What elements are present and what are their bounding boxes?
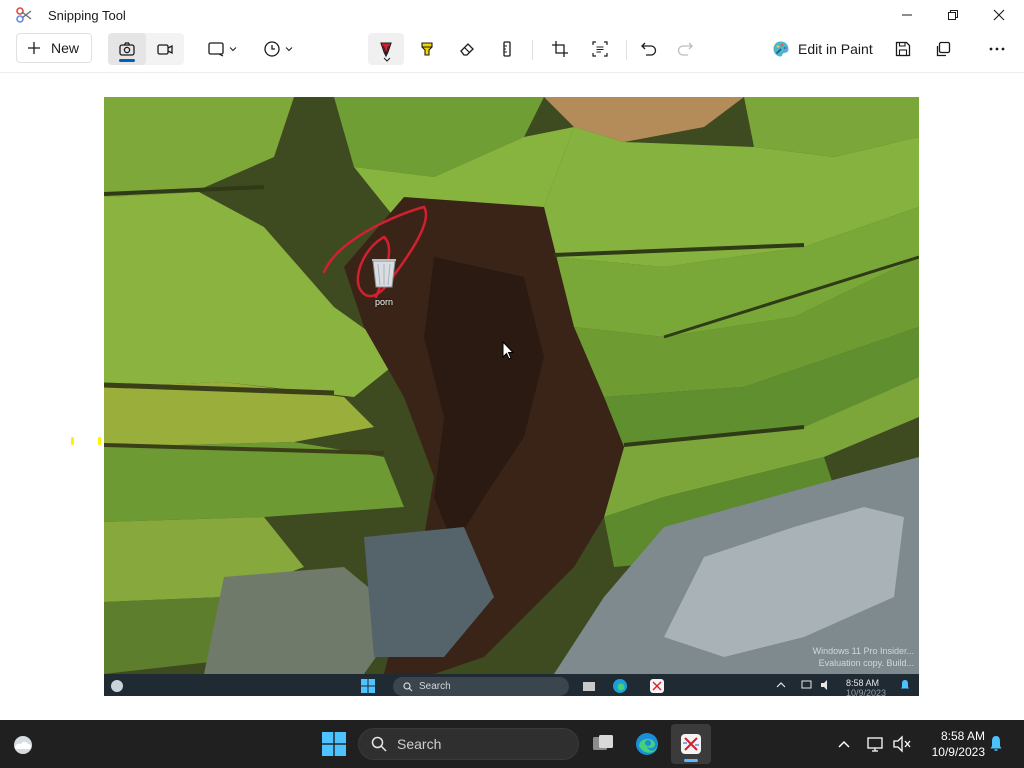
watermark-line-1: Windows 11 Pro Insider...	[812, 646, 914, 656]
crop-icon	[552, 41, 568, 57]
rectangle-snip-icon	[208, 42, 224, 57]
volume-muted-icon	[821, 680, 827, 690]
notification-bell-icon	[901, 680, 909, 689]
running-app-indicator	[684, 759, 698, 762]
highlighter-icon	[421, 42, 433, 56]
toolbar-separator	[532, 40, 533, 60]
text-actions-icon	[592, 41, 608, 57]
captured-search-box: Search	[393, 677, 569, 696]
text-actions-button[interactable]	[582, 33, 618, 65]
redo-icon	[677, 42, 693, 56]
taskbar-search-placeholder: Search	[397, 736, 442, 752]
search-icon	[403, 681, 413, 691]
taskbar-search-box[interactable]: Search	[358, 728, 579, 760]
copy-icon	[936, 41, 951, 57]
captured-time: 8:58 AM	[846, 678, 880, 688]
video-camera-icon	[157, 44, 173, 55]
crop-button[interactable]	[542, 33, 578, 65]
edge-button[interactable]	[627, 724, 667, 764]
task-view-icon	[583, 682, 595, 691]
recycle-bin-icon[interactable]	[368, 255, 400, 291]
undo-icon	[641, 42, 657, 56]
captured-taskbar: Search 8:58 AM 10/9/2023	[104, 674, 919, 696]
chevron-down-icon	[285, 47, 293, 52]
start-icon	[322, 732, 346, 756]
highlighter-stroke	[71, 437, 74, 445]
plus-icon	[28, 42, 40, 54]
snipping-tool-taskbar-button[interactable]	[671, 724, 711, 764]
network-icon	[801, 680, 812, 689]
task-view-button[interactable]	[583, 724, 623, 764]
app-title: Snipping Tool	[48, 8, 126, 23]
save-icon	[895, 41, 911, 57]
mouse-pointer-icon	[502, 341, 514, 360]
capture-mode-toggle	[108, 33, 184, 65]
search-icon	[371, 736, 387, 752]
edge-icon	[636, 733, 658, 755]
highlighter-stroke	[98, 437, 101, 445]
snip-shape-dropdown[interactable]	[200, 33, 244, 65]
title-bar: Snipping Tool	[0, 0, 1024, 30]
delay-dropdown[interactable]	[256, 33, 300, 65]
timer-icon	[264, 41, 280, 57]
taskbar-time: 8:58 AM	[940, 729, 985, 743]
windows-watermark: Windows 11 Pro Insider... Evaluation cop…	[794, 645, 914, 669]
minimize-button[interactable]	[884, 0, 930, 30]
watermark-line-2: Evaluation copy. Build...	[818, 658, 914, 668]
paint-icon	[773, 41, 789, 57]
camera-icon	[119, 42, 135, 56]
task-view-icon	[593, 735, 613, 750]
screenshot-mode-button[interactable]	[108, 33, 146, 65]
landscape-wallpaper-image	[104, 97, 919, 696]
notification-bell-icon[interactable]	[988, 733, 1004, 755]
eraser-button[interactable]	[450, 33, 484, 65]
weather-widget-icon[interactable]	[10, 732, 36, 756]
weather-icon	[111, 680, 123, 692]
minimize-icon	[902, 14, 912, 16]
ballpoint-pen-icon	[380, 42, 392, 58]
snipping-tool-icon	[681, 734, 701, 754]
video-mode-button[interactable]	[146, 33, 184, 65]
desktop-icon-label: porn	[374, 297, 393, 307]
snipping-tool-icon	[16, 7, 32, 23]
edge-icon	[613, 679, 627, 693]
volume-muted-icon[interactable]	[892, 733, 912, 755]
more-options-button[interactable]	[980, 33, 1014, 65]
toolbar-separator	[626, 40, 627, 60]
active-mode-indicator	[119, 59, 135, 62]
start-icon	[361, 679, 375, 693]
taskbar-date: 10/9/2023	[931, 745, 985, 759]
chevron-down-icon	[229, 47, 237, 52]
captured-screenshot[interactable]: porn Windows 11 Pro Insider... Evaluatio…	[104, 97, 919, 696]
toolbar: New Edit in Paint	[0, 30, 1024, 70]
more-icon	[989, 47, 1005, 51]
eraser-icon	[460, 43, 474, 56]
start-button[interactable]	[314, 724, 354, 764]
new-snip-button[interactable]: New	[16, 33, 92, 63]
restore-icon	[948, 10, 958, 20]
edit-in-paint-label: Edit in Paint	[798, 41, 873, 57]
captured-search-placeholder: Search	[419, 681, 451, 692]
restore-button[interactable]	[930, 0, 976, 30]
new-label: New	[51, 40, 80, 56]
chevron-up-icon	[776, 682, 786, 688]
save-button[interactable]	[886, 33, 920, 65]
close-icon	[993, 9, 1005, 21]
pen-options-chevron-icon[interactable]	[383, 57, 391, 63]
ruler-icon	[503, 41, 511, 57]
captured-clock: 8:58 AM 10/9/2023	[846, 678, 886, 696]
network-icon[interactable]	[866, 733, 886, 755]
captured-date: 10/9/2023	[846, 688, 887, 696]
highlighter-button[interactable]	[410, 33, 444, 65]
taskbar-clock[interactable]: 8:58 AM 10/9/2023	[915, 728, 985, 760]
undo-button[interactable]	[632, 33, 666, 65]
snipping-tool-icon	[650, 679, 664, 693]
redo-button[interactable]	[668, 33, 702, 65]
edit-in-paint-button[interactable]: Edit in Paint	[766, 33, 879, 65]
close-button[interactable]	[976, 0, 1022, 30]
chevron-up-icon[interactable]	[837, 733, 851, 755]
ruler-button[interactable]	[490, 33, 524, 65]
copy-button[interactable]	[926, 33, 960, 65]
